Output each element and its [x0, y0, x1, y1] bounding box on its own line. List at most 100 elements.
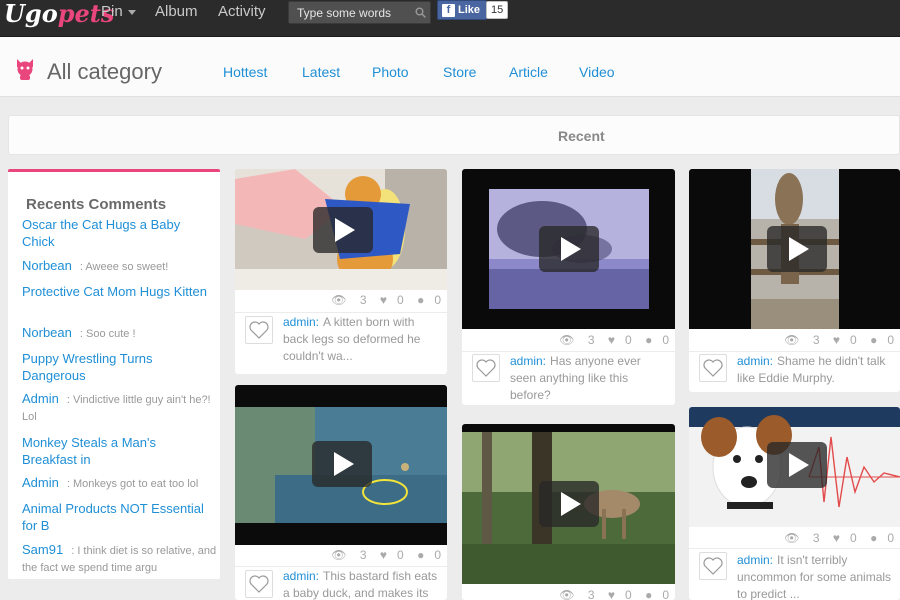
comment-icon[interactable]: ● — [645, 333, 652, 347]
like-count: 15 — [486, 1, 509, 19]
like-count: 0 — [625, 588, 632, 600]
comment-count: 0 — [887, 333, 894, 347]
card-stats: 👁 3 ♥ 0 ● 0 — [774, 333, 894, 347]
views-icon: 👁 — [331, 293, 347, 307]
comment-post-link[interactable]: Puppy Wrestling Turns Dangerous — [22, 350, 212, 384]
heart-avatar-icon — [703, 359, 723, 377]
card-stats: 👁 3 ♥ 0 ● 0 — [774, 531, 894, 545]
tab-store[interactable]: Store — [443, 64, 476, 80]
comment-author[interactable]: Norbean — [22, 258, 72, 273]
card-caption: admin: Has anyone ever seen anything like… — [510, 354, 641, 402]
search-box — [288, 1, 431, 24]
tab-hottest[interactable]: Hottest — [223, 64, 267, 80]
tab-photo[interactable]: Photo — [372, 64, 409, 80]
avatar[interactable] — [245, 570, 273, 598]
cat-mascot-icon — [17, 59, 33, 80]
play-button-icon[interactable] — [313, 207, 373, 253]
like-count: 0 — [397, 548, 404, 562]
play-button-icon[interactable] — [539, 226, 599, 272]
card-stats: 👁 3 ♥ 0 ● 0 — [549, 333, 669, 347]
comment-entry: Norbean: Aweee so sweet! — [22, 258, 169, 273]
video-card[interactable]: 👁 3 ♥ 0 ● 0 — [462, 424, 675, 600]
comment-post-link[interactable]: Animal Products NOT Essential for B — [22, 500, 212, 534]
comment-author[interactable]: Admin — [22, 475, 59, 490]
view-count: 3 — [812, 333, 820, 347]
avatar[interactable] — [699, 354, 727, 382]
avatar[interactable] — [472, 354, 500, 382]
play-button-icon[interactable] — [767, 442, 827, 488]
nav-pin[interactable]: Pin — [101, 4, 136, 20]
heart-icon[interactable]: ♥ — [608, 588, 615, 600]
view-count: 3 — [587, 333, 595, 347]
comment-author[interactable]: Sam91 — [22, 542, 63, 557]
recent-comments-panel: Recents Comments Oscar the Cat Hugs a Ba… — [8, 169, 220, 579]
comment-icon[interactable]: ● — [870, 333, 877, 347]
avatar[interactable] — [245, 316, 273, 344]
comment-icon[interactable]: ● — [645, 588, 652, 600]
comment-count: 0 — [887, 531, 894, 545]
card-stats: 👁 3 ♥ 0 ● 0 — [321, 548, 441, 562]
comment-post-link[interactable]: Protective Cat Mom Hugs Kitten — [22, 283, 212, 300]
comment-count: 0 — [662, 588, 669, 600]
card-caption: admin: A kitten born with back legs so de… — [283, 315, 421, 363]
search-input[interactable] — [297, 6, 415, 20]
video-card[interactable]: 👁 3 ♥ 0 ● 0 admin: A kitten born with back … — [235, 169, 447, 374]
page-title: All category — [47, 59, 162, 84]
heart-avatar-icon — [476, 359, 496, 377]
comment-entry: Sam91: I think diet is so relative, and … — [22, 542, 217, 574]
heart-avatar-icon — [249, 321, 269, 339]
caption-author[interactable]: admin: — [283, 315, 319, 329]
video-card[interactable]: 👁 3 ♥ 0 ● 0 admin: Has anyone ever seen any… — [462, 169, 675, 405]
video-card[interactable]: 👁 3 ♥ 0 ● 0 admin: Shame he didn't talk lik… — [689, 169, 900, 392]
comment-count: 0 — [434, 548, 441, 562]
play-button-icon[interactable] — [539, 481, 599, 527]
views-icon: 👁 — [559, 588, 575, 600]
play-button-icon[interactable] — [767, 226, 827, 272]
tab-video[interactable]: Video — [579, 64, 615, 80]
caption-author[interactable]: admin: — [510, 354, 546, 368]
video-card[interactable]: 👁 3 ♥ 0 ● 0 admin: This bastard fish eats a… — [235, 385, 447, 600]
like-count: 0 — [625, 333, 632, 347]
facebook-icon: f — [442, 4, 455, 17]
nav-album[interactable]: Album — [155, 4, 198, 20]
site-logo[interactable]: Ugopets — [4, 0, 114, 28]
tab-article[interactable]: Article — [509, 64, 548, 80]
divider — [689, 351, 900, 352]
heart-icon[interactable]: ♥ — [833, 333, 840, 347]
tab-latest[interactable]: Latest — [302, 64, 340, 80]
views-icon: 👁 — [559, 333, 575, 347]
comment-count: 0 — [662, 333, 669, 347]
caption-author[interactable]: admin: — [283, 569, 319, 583]
card-stats: 👁 3 ♥ 0 ● 0 — [321, 293, 441, 307]
top-navigation-bar: Ugopets Pin Album Activity fLike 15 — [0, 0, 900, 37]
comment-icon[interactable]: ● — [417, 548, 424, 562]
comment-author[interactable]: Norbean — [22, 325, 72, 340]
caption-author[interactable]: admin: — [737, 553, 773, 567]
play-button-icon[interactable] — [312, 441, 372, 487]
avatar[interactable] — [699, 552, 727, 580]
like-count: 0 — [397, 293, 404, 307]
heart-icon[interactable]: ♥ — [833, 531, 840, 545]
comment-icon[interactable]: ● — [417, 293, 424, 307]
views-icon: 👁 — [331, 548, 347, 562]
nav-activity[interactable]: Activity — [218, 4, 266, 20]
divider — [689, 548, 900, 549]
heart-icon[interactable]: ♥ — [380, 548, 387, 562]
caption-author[interactable]: admin: — [737, 354, 773, 368]
comment-entry: Norbean: Soo cute ! — [22, 325, 136, 340]
heart-icon[interactable]: ♥ — [608, 333, 615, 347]
comment-post-link[interactable]: Monkey Steals a Man's Breakfast in — [22, 434, 212, 468]
category-bar: All category Hottest Latest Photo Store … — [0, 37, 900, 97]
facebook-like-button[interactable]: f Like — [437, 0, 488, 20]
comment-icon[interactable]: ● — [870, 531, 877, 545]
search-icon[interactable] — [415, 7, 426, 18]
recent-header: Recent — [8, 115, 900, 155]
comment-post-link[interactable]: Oscar the Cat Hugs a Baby Chick — [22, 216, 212, 250]
video-card[interactable]: 👁 3 ♥ 0 ● 0 admin: It isn't terribly uncomm… — [689, 407, 900, 600]
heart-icon[interactable]: ♥ — [380, 293, 387, 307]
heart-avatar-icon — [249, 575, 269, 593]
view-count: 3 — [359, 293, 367, 307]
comment-author[interactable]: Admin — [22, 391, 59, 406]
view-count: 3 — [812, 531, 820, 545]
views-icon: 👁 — [784, 531, 800, 545]
